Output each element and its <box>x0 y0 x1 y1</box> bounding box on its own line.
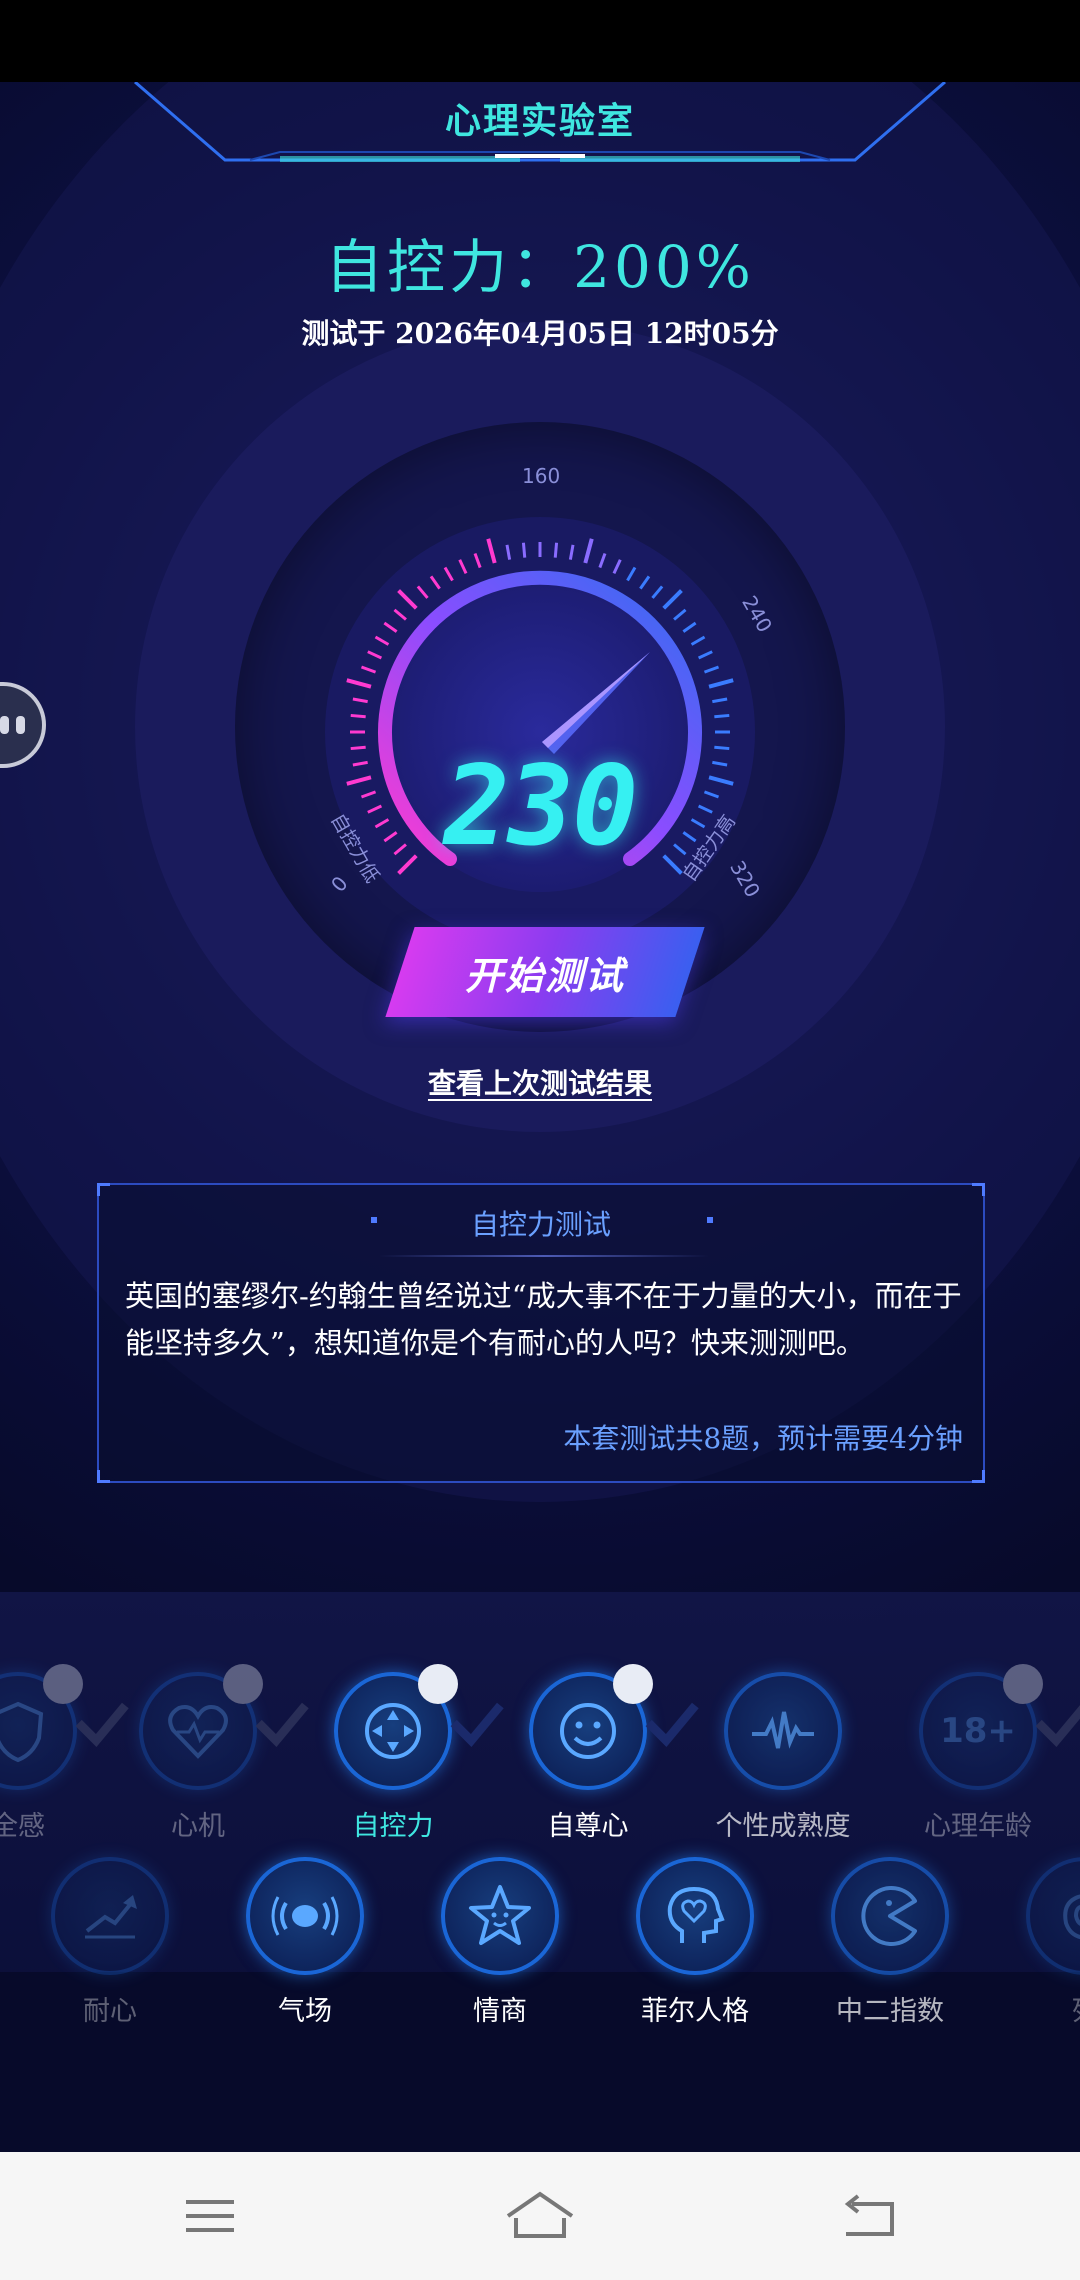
back-icon[interactable] <box>830 2186 910 2246</box>
system-nav-bar <box>0 2152 1080 2280</box>
start-test-label: 开始测试 <box>464 953 625 998</box>
category-label: 自控力 <box>352 1811 434 1842</box>
head-heart-icon <box>636 1857 754 1975</box>
checked-icon <box>43 1664 129 1747</box>
gauge-tick-160: 160 <box>522 464 561 488</box>
gauge-value: 230 <box>443 742 639 870</box>
pulse-icon <box>724 1672 842 1790</box>
gauge-tick <box>553 542 559 558</box>
age-18-icon: 18+ <box>919 1664 1080 1790</box>
aura-icon <box>246 1857 364 1975</box>
category-label: 全感 <box>0 1811 45 1842</box>
speed-gauge <box>325 517 755 947</box>
svg-text:18+: 18+ <box>943 1711 1013 1751</box>
category-label: 心理年龄 <box>924 1811 1032 1842</box>
test-info-card: 自控力测试 英国的塞缪尔-约翰生曾经说过“成大事不在于力量的大小，而在于能坚持多… <box>97 1183 985 1483</box>
menu-icon[interactable] <box>170 2186 250 2246</box>
test-category-shelf: 全感 心机 自控力 自尊心 个性成熟度 18+ 心理年龄 耐心 气场 情商 菲尔… <box>0 1592 1080 2027</box>
checked-icon <box>1003 1664 1080 1747</box>
category-item[interactable]: 耐心 <box>30 1857 190 2028</box>
gauge-tick <box>350 713 366 719</box>
star-face-icon <box>441 1857 559 1975</box>
pacman-icon <box>831 1857 949 1975</box>
gauge-tick <box>714 713 730 719</box>
status-bar <box>0 0 1080 82</box>
page-title: 心理实验室 <box>444 101 635 142</box>
category-item[interactable]: 全感 <box>0 1664 129 1843</box>
spiral-icon <box>1026 1857 1080 1975</box>
category-item[interactable]: 18+ 心理年龄 <box>898 1664 1080 1843</box>
category-item-active[interactable]: 自控力 <box>313 1664 504 1843</box>
category-label: 个性成熟度 <box>715 1811 851 1842</box>
category-label: 中二指数 <box>836 1996 944 2027</box>
category-item[interactable]: 情商 <box>420 1857 580 2028</box>
checked-icon <box>613 1664 699 1747</box>
heartbeat-icon <box>139 1664 309 1790</box>
category-item[interactable]: 列 <box>1005 1857 1080 2028</box>
info-card-description: 英国的塞缪尔-约翰生曾经说过“成大事不在于力量的大小，而在于能坚持多久”，想知道… <box>125 1279 962 1360</box>
category-item[interactable]: 气场 <box>225 1857 385 2028</box>
category-item[interactable]: 自尊心 <box>508 1664 699 1843</box>
category-label: 气场 <box>278 1996 332 2027</box>
view-last-result-link[interactable]: 查看上次测试结果 <box>0 1062 1080 1102</box>
category-label: 列 <box>1005 1989 1080 2028</box>
test-date: 测试于 2026年04月05日 12时05分 <box>301 317 779 350</box>
category-label: 自尊心 <box>547 1811 629 1842</box>
category-item[interactable]: 个性成熟度 <box>703 1672 863 1843</box>
category-label: 情商 <box>473 1996 527 2027</box>
home-icon[interactable] <box>500 2186 580 2246</box>
shield-icon <box>0 1664 129 1790</box>
category-item[interactable]: 心机 <box>118 1664 309 1843</box>
checked-icon <box>223 1664 309 1747</box>
app-screen: 心理实验室 自控力：200% 测试于 2026年04月05日 12时05分 16… <box>0 82 1080 2152</box>
start-test-button[interactable]: 开始测试 <box>385 927 705 1017</box>
info-card-title: 自控力测试 <box>470 1208 611 1241</box>
smile-icon <box>529 1664 699 1790</box>
checked-icon <box>418 1664 504 1747</box>
category-item[interactable]: 中二指数 <box>810 1857 970 2028</box>
category-item[interactable]: 菲尔人格 <box>615 1857 775 2028</box>
category-label: 菲尔人格 <box>641 1996 749 2027</box>
arrows-move-icon <box>334 1664 504 1790</box>
trend-icon <box>51 1857 169 1975</box>
gauge-tick <box>521 542 527 558</box>
category-label: 耐心 <box>83 1996 137 2027</box>
result-score-title: 自控力：200% <box>325 233 755 301</box>
category-label: 心机 <box>171 1811 225 1842</box>
info-card-footer: 本套测试共8题，预计需要4分钟 <box>563 1422 963 1455</box>
